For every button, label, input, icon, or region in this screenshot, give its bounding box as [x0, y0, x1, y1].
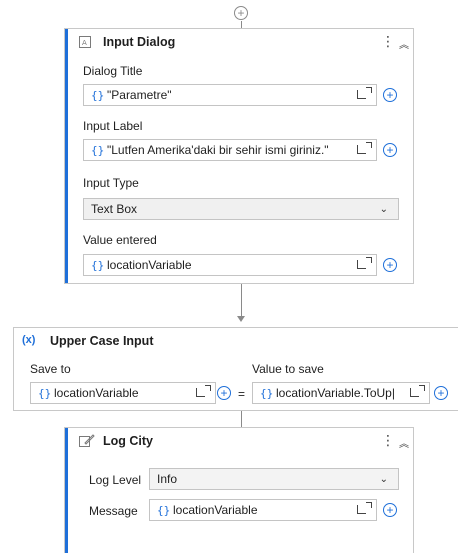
- expand-editor-icon[interactable]: [196, 385, 211, 397]
- expression-braces-icon: {}: [157, 503, 171, 517]
- dialog-title-value: "Parametre": [107, 88, 172, 102]
- value-entered-label: Value entered: [83, 233, 157, 247]
- expand-editor-icon[interactable]: [357, 502, 372, 514]
- expression-braces-icon: {}: [38, 386, 52, 400]
- input-label-label: Input Label: [83, 119, 143, 133]
- input-type-value: Text Box: [91, 202, 138, 216]
- expand-editor-icon[interactable]: [357, 87, 372, 99]
- expression-braces-icon: {}: [91, 258, 105, 272]
- save-to-value: locationVariable: [54, 386, 139, 400]
- input-dialog-collapse-icon[interactable]: ︽: [399, 36, 409, 51]
- message-add-button[interactable]: +: [383, 503, 397, 517]
- upper-case-input-header[interactable]: (x) Upper Case Input: [14, 328, 458, 354]
- value-entered-add-button[interactable]: +: [383, 258, 397, 272]
- chevron-down-icon: ⌄: [379, 204, 388, 215]
- message-field[interactable]: {} locationVariable: [149, 499, 377, 521]
- input-dialog-title: Input Dialog: [103, 35, 176, 49]
- log-city-card[interactable]: Log City ⋮ ︽ Log Level Info ⌄ Message {}…: [64, 427, 414, 553]
- expression-braces-icon: {}: [260, 386, 274, 400]
- message-value: locationVariable: [173, 503, 258, 517]
- assign-equals-sign: =: [238, 387, 246, 401]
- input-dialog-more-icon[interactable]: ⋮: [381, 33, 395, 50]
- upper-case-input-card[interactable]: (x) Upper Case Input Save to Value to sa…: [13, 327, 458, 411]
- log-city-more-icon[interactable]: ⋮: [381, 432, 395, 449]
- log-city-title: Log City: [103, 434, 153, 448]
- connector-1-arrow: [237, 316, 245, 322]
- expression-braces-icon: {}: [91, 143, 105, 157]
- log-level-value: Info: [157, 472, 178, 486]
- log-message-icon: [79, 434, 95, 447]
- value-to-save-label: Value to save: [252, 362, 324, 376]
- selected-accent-bar: [65, 29, 68, 283]
- expand-editor-icon[interactable]: [410, 385, 425, 397]
- log-city-collapse-icon[interactable]: ︽: [399, 435, 409, 450]
- value-to-save-add-button[interactable]: +: [434, 386, 448, 400]
- input-type-label: Input Type: [83, 176, 139, 190]
- log-city-header[interactable]: Log City ⋮ ︽: [65, 428, 413, 454]
- expression-braces-icon: {}: [91, 88, 105, 102]
- input-label-value: "Lutfen Amerika'daki bir sehir ismi giri…: [107, 143, 329, 157]
- input-type-select[interactable]: Text Box ⌄: [83, 198, 399, 220]
- dialog-title-add-button[interactable]: +: [383, 88, 397, 102]
- save-to-add-button[interactable]: +: [217, 386, 231, 400]
- log-level-select[interactable]: Info ⌄: [149, 468, 399, 490]
- chevron-down-icon: ⌄: [379, 474, 388, 485]
- input-label-field[interactable]: {} "Lutfen Amerika'daki bir sehir ismi g…: [83, 139, 377, 161]
- svg-text:A: A: [82, 39, 87, 47]
- value-entered-value: locationVariable: [107, 258, 192, 272]
- input-dialog-card[interactable]: A Input Dialog ⋮ ︽ Dialog Title {} "Para…: [64, 28, 414, 284]
- save-to-field[interactable]: {} locationVariable: [30, 382, 216, 404]
- save-to-label: Save to: [30, 362, 71, 376]
- connector-1: [241, 284, 242, 318]
- input-dialog-icon: A: [79, 36, 91, 48]
- connector-top: [241, 21, 242, 28]
- expand-editor-icon[interactable]: [357, 142, 372, 154]
- upper-case-input-title: Upper Case Input: [50, 334, 154, 348]
- dialog-title-field[interactable]: {} "Parametre": [83, 84, 377, 106]
- log-level-label: Log Level: [89, 473, 142, 487]
- variable-x-icon: (x): [22, 334, 36, 346]
- input-label-add-button[interactable]: +: [383, 143, 397, 157]
- add-activity-top-button[interactable]: +: [234, 6, 248, 20]
- value-to-save-value: locationVariable.ToUp|: [276, 386, 395, 400]
- input-dialog-header[interactable]: A Input Dialog ⋮ ︽: [65, 29, 413, 55]
- value-to-save-field[interactable]: {} locationVariable.ToUp|: [252, 382, 430, 404]
- expand-editor-icon[interactable]: [357, 257, 372, 269]
- value-entered-field[interactable]: {} locationVariable: [83, 254, 377, 276]
- message-label: Message: [89, 504, 138, 518]
- dialog-title-label: Dialog Title: [83, 64, 143, 78]
